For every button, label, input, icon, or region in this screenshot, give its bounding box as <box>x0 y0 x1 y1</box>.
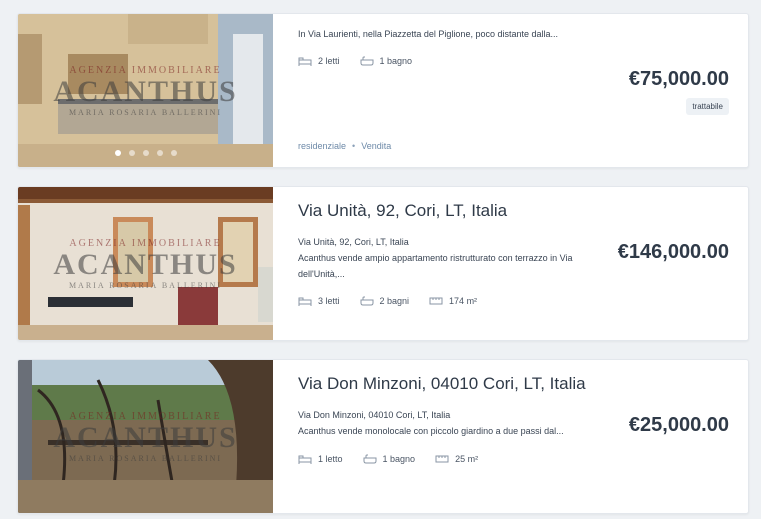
beds-feature: 2 letti <box>298 56 340 66</box>
listing-photo[interactable]: AGENZIA IMMOBILIARE ACANTHUS MARIA ROSAR… <box>18 360 273 513</box>
area-feature: 25 m² <box>435 454 478 464</box>
listing-card[interactable]: AGENZIA IMMOBILIARE ACANTHUS MARIA ROSAR… <box>17 186 749 341</box>
carousel-dot[interactable] <box>128 150 135 156</box>
listing-list: AGENZIA IMMOBILIARE ACANTHUS MARIA ROSAR… <box>0 0 761 519</box>
listing-info: In Via Laurienti, nella Piazzetta del Pi… <box>298 14 748 167</box>
bed-icon <box>298 455 312 464</box>
beds-label: 1 letto <box>318 454 343 464</box>
listing-info: Via Don Minzoni, 04010 Cori, LT, Italia … <box>298 360 748 513</box>
area-icon <box>429 297 443 305</box>
bed-icon <box>298 297 312 306</box>
watermark-logo: AGENZIA IMMOBILIARE ACANTHUS MARIA ROSAR… <box>53 237 238 290</box>
bed-icon <box>298 57 312 66</box>
listing-description: In Via Laurienti, nella Piazzetta del Pi… <box>298 29 559 39</box>
listing-tags: residenziale • Vendita <box>298 141 391 151</box>
baths-label: 1 bagno <box>382 454 416 464</box>
baths-label: 2 bagni <box>379 296 410 306</box>
listing-title[interactable]: Via Don Minzoni, 04010 Cori, LT, Italia <box>298 374 586 394</box>
baths-label: 1 bagno <box>379 56 413 66</box>
listing-photo[interactable]: AGENZIA IMMOBILIARE ACANTHUS MARIA ROSAR… <box>18 187 273 340</box>
listing-features: 2 letti 1 bagno <box>298 56 412 66</box>
carousel-dot[interactable] <box>170 150 177 156</box>
bathtub-icon <box>360 296 374 306</box>
listing-info: Via Unità, 92, Cori, LT, Italia Via Unit… <box>298 187 748 340</box>
listing-price: €75,000.00 <box>628 68 729 90</box>
listing-card[interactable]: AGENZIA IMMOBILIARE ACANTHUS MARIA ROSAR… <box>17 13 749 168</box>
area-icon <box>435 455 449 463</box>
bathtub-icon <box>363 454 377 464</box>
listing-title[interactable]: Via Unità, 92, Cori, LT, Italia <box>298 201 507 221</box>
listing-features: 1 letto 1 bagno 25 m² <box>298 454 478 464</box>
carousel-dot[interactable] <box>156 150 163 156</box>
baths-feature: 1 bagno <box>360 56 413 66</box>
baths-feature: 1 bagno <box>363 454 416 464</box>
listing-photo[interactable]: AGENZIA IMMOBILIARE ACANTHUS MARIA ROSAR… <box>18 14 273 167</box>
beds-label: 3 letti <box>318 296 340 306</box>
watermark-logo: AGENZIA IMMOBILIARE ACANTHUS MARIA ROSAR… <box>53 64 238 117</box>
listing-address: Via Unità, 92, Cori, LT, Italia <box>298 237 409 247</box>
beds-label: 2 letti <box>318 56 340 66</box>
listing-features: 3 letti 2 bagni 174 m² <box>298 296 477 306</box>
listing-card[interactable]: AGENZIA IMMOBILIARE ACANTHUS MARIA ROSAR… <box>17 359 749 514</box>
bathtub-icon <box>360 56 374 66</box>
listing-price: €146,000.00 <box>617 241 729 263</box>
tag-separator: • <box>352 141 356 151</box>
listing-address: Via Don Minzoni, 04010 Cori, LT, Italia <box>298 410 451 420</box>
carousel-dots[interactable] <box>18 143 273 161</box>
area-label: 174 m² <box>449 296 478 306</box>
beds-feature: 1 letto <box>298 454 343 464</box>
tag-link[interactable]: residenziale <box>298 141 346 151</box>
area-feature: 174 m² <box>429 296 477 306</box>
listing-price: €25,000.00 <box>628 414 729 436</box>
negotiable-badge: trattabile <box>686 98 729 115</box>
baths-feature: 2 bagni <box>360 296 410 306</box>
tag-link[interactable]: Vendita <box>361 141 391 151</box>
watermark-logo: AGENZIA IMMOBILIARE ACANTHUS MARIA ROSAR… <box>53 410 238 463</box>
listing-description: Acanthus vende ampio appartamento ristru… <box>298 253 573 279</box>
beds-feature: 3 letti <box>298 296 340 306</box>
area-label: 25 m² <box>455 454 479 464</box>
carousel-dot[interactable] <box>142 150 149 156</box>
carousel-dot[interactable] <box>114 150 121 156</box>
listing-description: Acanthus vende monolocale con piccolo gi… <box>298 426 564 436</box>
